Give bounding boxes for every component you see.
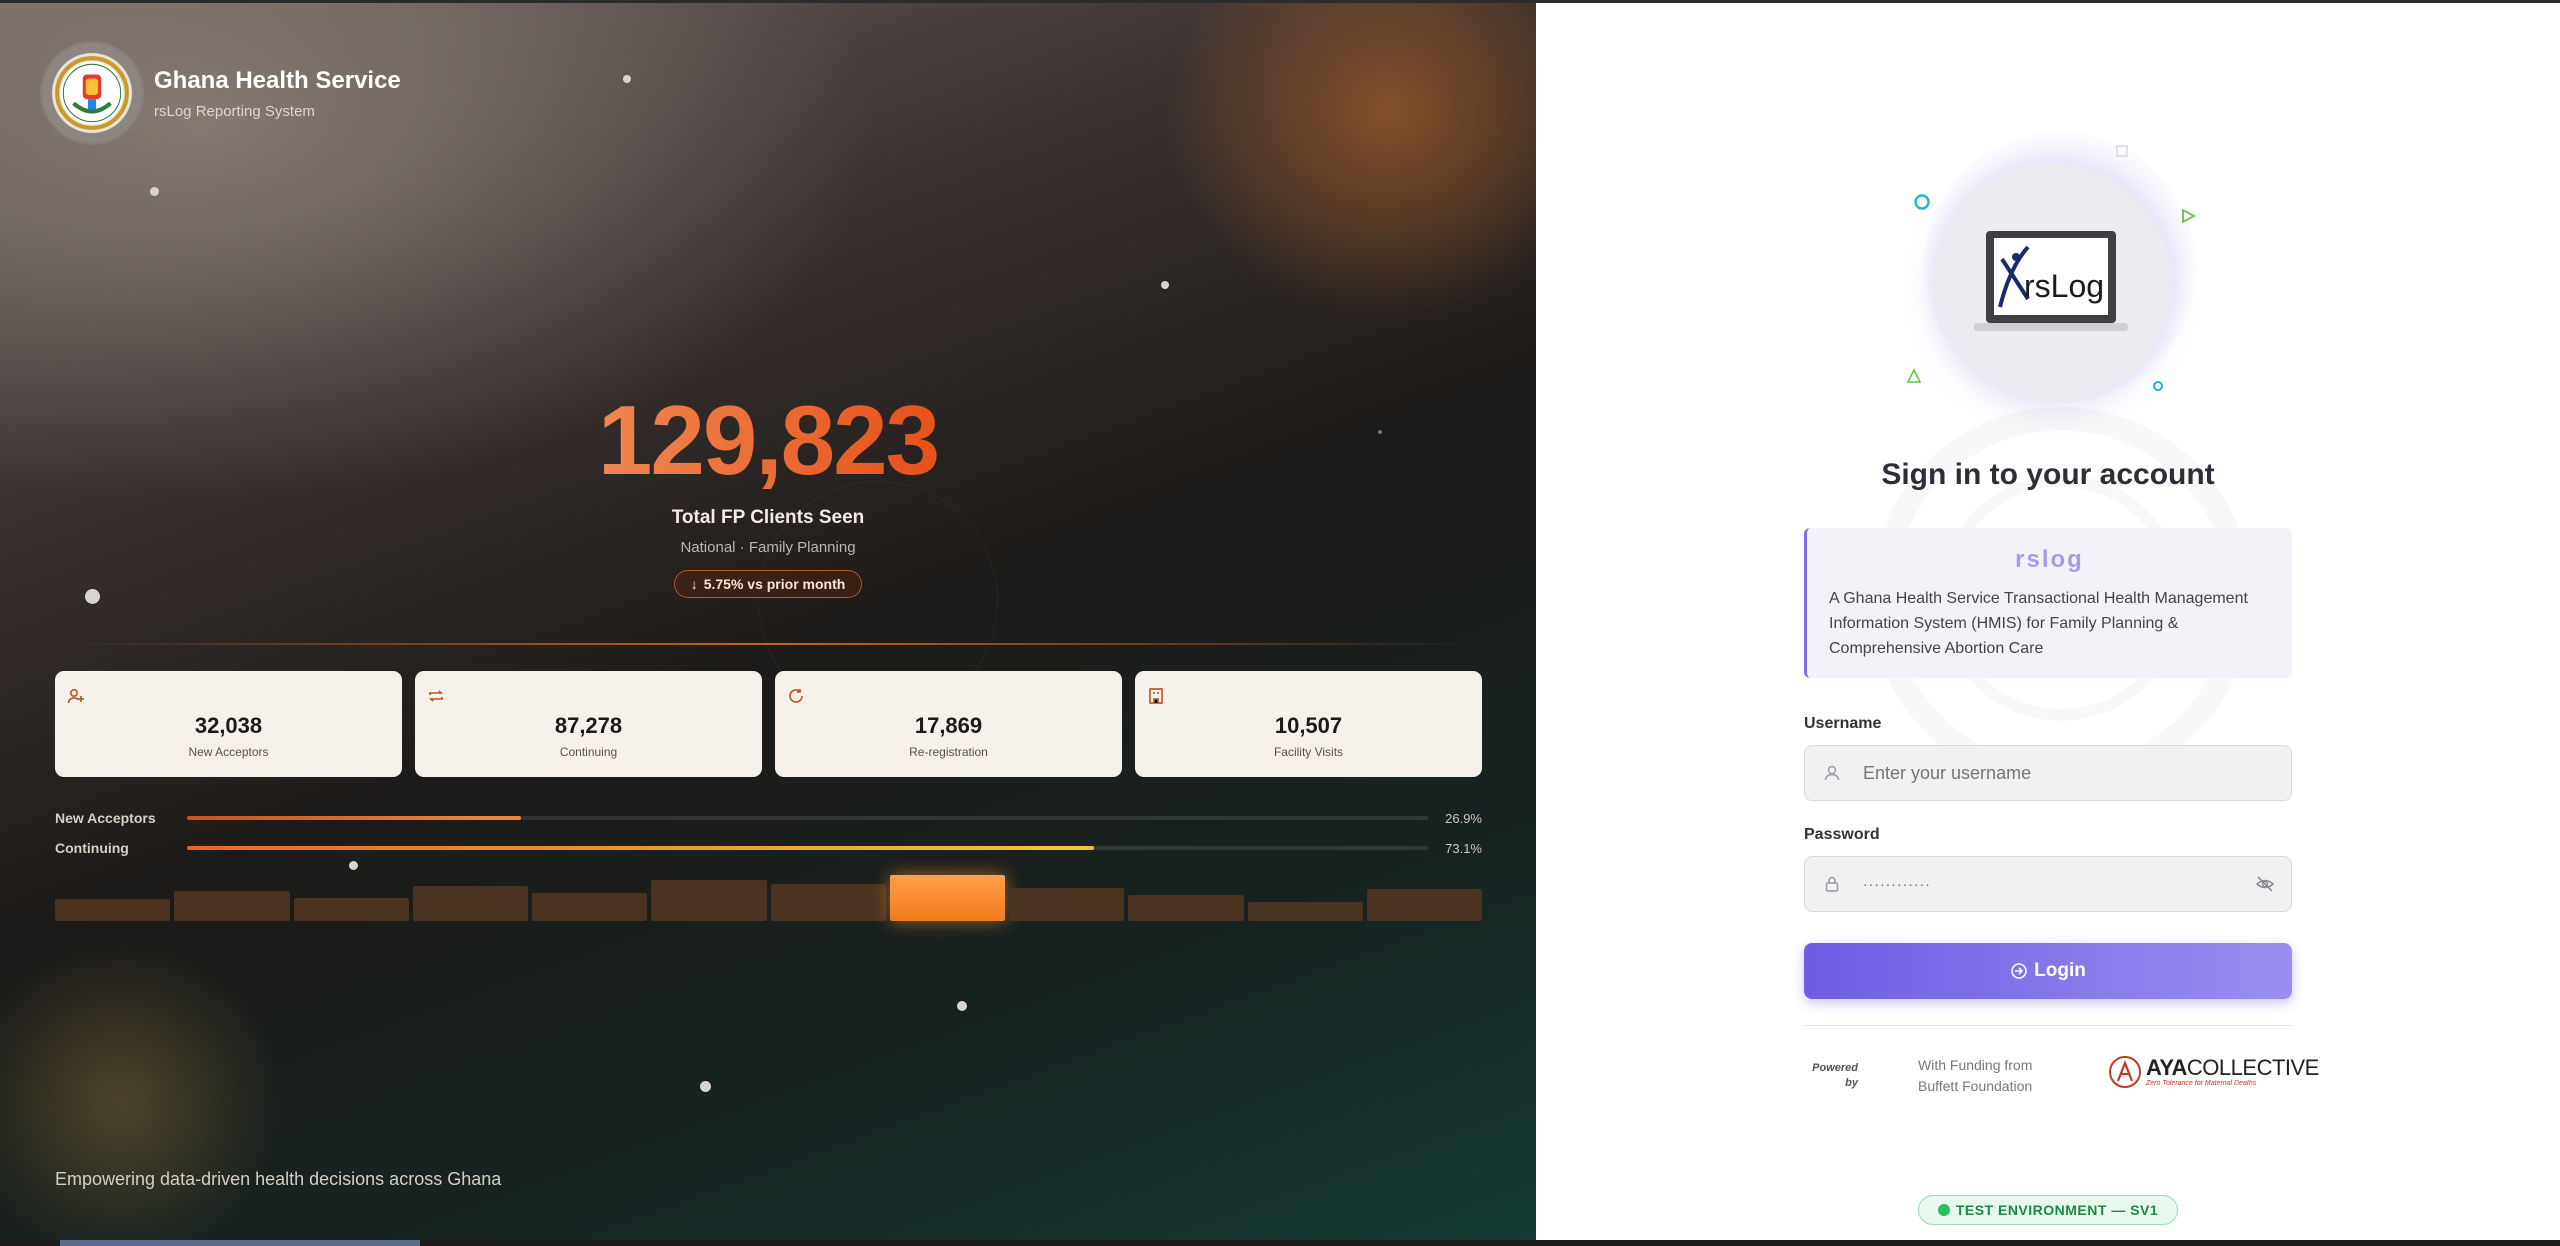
play-icon — [2182, 208, 2196, 224]
lock-icon — [1825, 876, 1839, 892]
building-icon — [1149, 688, 1163, 704]
progress-label: New Acceptors — [55, 810, 156, 826]
stat-label: New Acceptors — [188, 745, 269, 759]
environment-label: TEST ENVIRONMENT — SV1 — [1955, 1202, 2159, 1218]
powered-by-text: Powered by — [1812, 1062, 1858, 1089]
login-icon — [2011, 963, 2027, 979]
decor-star — [150, 187, 159, 196]
stat-card-facility-visits: 10,507 Facility Visits — [1135, 671, 1482, 777]
tagline: Empowering data-driven health decisions … — [55, 1169, 502, 1189]
circle-icon — [1914, 194, 1930, 210]
user-plus-icon — [67, 688, 84, 704]
decor-star — [700, 1081, 711, 1092]
username-input[interactable] — [1863, 746, 2243, 800]
app-info-box: rslog A Ghana Health Service Transaction… — [1804, 528, 2292, 678]
login-panel: rsLog Sign in to your account rslog A Gh… — [1536, 0, 2560, 1246]
eye-off-icon[interactable] — [2255, 874, 2275, 894]
trend-text: 5.75% vs prior month — [703, 576, 846, 592]
divider — [55, 643, 1480, 645]
password-input[interactable]: ············ — [1863, 857, 2243, 911]
mini-bar — [1009, 888, 1125, 921]
mini-bar — [412, 886, 528, 921]
progress-row: New Acceptors 26.9% — [55, 803, 1482, 833]
hero-number: 129,823 — [0, 391, 1536, 489]
logo-text: rsLog — [2024, 268, 2104, 304]
refresh-icon — [789, 689, 803, 703]
mini-bar — [889, 875, 1005, 921]
hero-sublabel: National · Family Planning — [680, 539, 856, 556]
progress-track — [187, 816, 1428, 820]
aya-collective-logo: AYACOLLECTIVE Zero Tolerance for Materna… — [2108, 1055, 2319, 1089]
mini-bar-chart — [55, 873, 1482, 921]
distribution-bars: New Acceptors 26.9% Continuing 73.1% — [55, 803, 1482, 863]
mini-bar — [1366, 889, 1482, 921]
login-button-label: Login — [2034, 960, 2086, 981]
stat-label: Facility Visits — [1273, 745, 1344, 759]
password-field[interactable]: ············ — [1804, 856, 2292, 912]
decor-star — [1161, 281, 1169, 289]
aya-name: AYACOLLECTIVE — [2146, 1055, 2319, 1080]
info-description: A Ghana Health Service Transactional Hea… — [1829, 590, 2248, 657]
brand-title: Ghana Health Service — [154, 66, 401, 94]
repeat-icon — [429, 690, 443, 702]
dot-icon — [2153, 381, 2163, 391]
brand-header: Ghana Health Service rsLog Reporting Sys… — [42, 43, 401, 143]
decor-star — [623, 75, 631, 83]
progress-fill — [187, 846, 1095, 850]
stat-label: Re-registration — [909, 745, 988, 759]
progress-row: Continuing 73.1% — [55, 833, 1482, 863]
aya-emblem-icon — [2109, 1056, 2141, 1088]
footer-divider — [1804, 1025, 2292, 1026]
info-title: rslog — [2015, 546, 2084, 573]
taskbar-thumbnail[interactable] — [60, 1240, 420, 1246]
stat-value: 32,038 — [194, 713, 263, 738]
brand-subtitle: rsLog Reporting System — [154, 102, 315, 120]
progress-percent: 26.9% — [1445, 810, 1482, 826]
funding-line: With Funding from — [1918, 1057, 2033, 1073]
stat-card-new-acceptors: 32,038 New Acceptors — [55, 671, 402, 777]
status-dot-icon — [1937, 1204, 1950, 1216]
stat-card-re-registration: 17,869 Re-registration — [775, 671, 1122, 777]
mini-bar — [55, 899, 171, 921]
funding-line: Buffett Foundation — [1918, 1078, 2033, 1094]
triangle-icon — [1906, 368, 1922, 383]
mini-bar — [651, 880, 767, 921]
stat-label: Continuing — [559, 745, 618, 759]
stat-value: 10,507 — [1274, 713, 1343, 738]
ghs-logo — [42, 43, 142, 143]
mini-bar — [174, 891, 290, 921]
username-field[interactable] — [1804, 745, 2292, 801]
stat-card-continuing: 87,278 Continuing — [415, 671, 762, 777]
mini-bar — [293, 898, 409, 921]
aya-slogan: Zero Tolerance for Maternal Deaths — [2146, 1080, 2257, 1087]
funding-text: With Funding from Buffett Foundation — [1918, 1055, 2032, 1097]
login-button[interactable]: Login — [1804, 943, 2292, 999]
stat-value: 87,278 — [554, 713, 623, 738]
hero-metric: 129,823 Total FP Clients Seen National ·… — [0, 391, 1536, 598]
trend-badge: ↓ 5.75% vs prior month — [673, 570, 863, 598]
environment-badge: TEST ENVIRONMENT — SV1 — [1918, 1195, 2178, 1225]
progress-label: Continuing — [55, 840, 129, 856]
stat-cards: 32,038 New Acceptors 87,278 Continuing 1… — [55, 671, 1482, 777]
mini-bar — [532, 893, 648, 921]
progress-track — [187, 846, 1428, 850]
username-label: Username — [1804, 715, 1882, 732]
mini-bar — [1247, 902, 1363, 921]
mini-bar — [1128, 895, 1244, 921]
progress-percent: 73.1% — [1445, 840, 1482, 856]
progress-fill — [187, 816, 521, 820]
password-label: Password — [1804, 826, 1880, 843]
decor-star — [957, 1001, 967, 1011]
rslog-logo: rsLog — [1974, 231, 2128, 331]
hero-panel: Ghana Health Service rsLog Reporting Sys… — [0, 0, 1536, 1246]
user-icon — [1824, 765, 1840, 781]
signin-title: Sign in to your account — [1881, 458, 2215, 491]
mini-bar — [770, 884, 886, 921]
hero-label: Total FP Clients Seen — [671, 507, 865, 528]
arrow-down-icon: ↓ — [690, 576, 698, 592]
square-icon — [2116, 145, 2128, 157]
stat-value: 17,869 — [914, 713, 983, 738]
